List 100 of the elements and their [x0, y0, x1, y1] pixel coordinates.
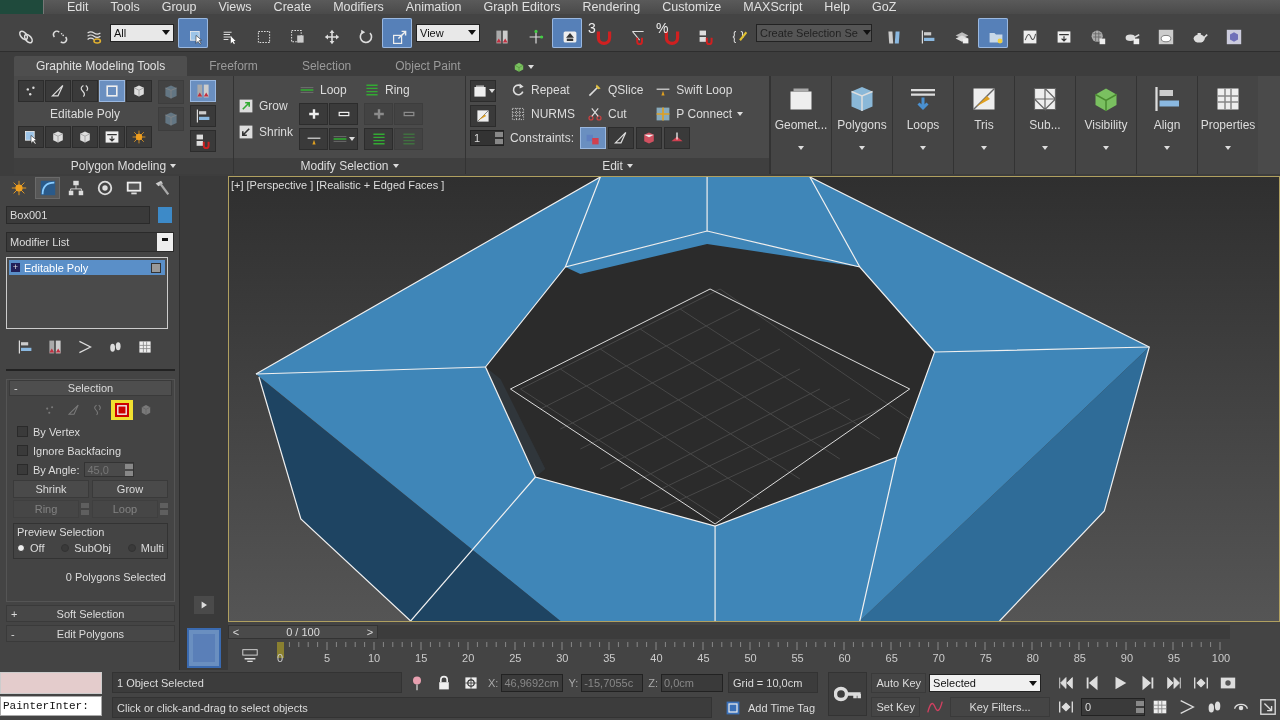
tool-button[interactable]: Cut [587, 104, 644, 124]
tick-label: 95 [1167, 652, 1181, 664]
ribbon-tab[interactable]: Freeform [187, 56, 280, 76]
radio-label: Multi [140, 542, 164, 554]
rollout-header[interactable]: - Edit Polygons [6, 625, 175, 642]
tool-button[interactable]: Repeat [510, 80, 575, 100]
menu-item[interactable]: Modifiers [322, 0, 395, 14]
current-frame-field[interactable]: 0 [1081, 698, 1145, 716]
panel-footer[interactable]: Modify Selection [234, 158, 465, 174]
menu-item[interactable]: Graph Editors [472, 0, 572, 14]
loop-button[interactable]: Loop [299, 80, 358, 100]
key-mode-dropdown[interactable]: Selected [929, 674, 1042, 692]
rollout-header[interactable]: + Soft Selection [6, 605, 175, 622]
grow-button[interactable]: Grow [92, 480, 168, 498]
menu-item[interactable]: Edit [56, 0, 100, 14]
menu-item[interactable]: Create [262, 0, 323, 14]
ribbon-dropdown-button[interactable]: Geomet... [770, 76, 831, 174]
auto-key-button[interactable]: Auto Key [871, 673, 927, 693]
toolbar-button[interactable]: 3 [586, 17, 616, 48]
grow-button[interactable]: Grow [238, 96, 293, 116]
checkbox-label: Ignore Backfacing [33, 444, 122, 457]
track-bar[interactable]: 0 5 10 15 20 25 30 35 40 45 50 55 60 65 70 75 80 85 90 95 100 [268, 642, 1233, 669]
toolbar-button[interactable]: % [654, 17, 684, 48]
modifier-list-dropdown[interactable]: Modifier List [6, 232, 174, 252]
dropdown[interactable]: All [110, 23, 174, 42]
coordinate-label: Y: [568, 676, 579, 689]
ribbon-dropdown-button[interactable]: Sub... [1014, 76, 1075, 174]
expand-toggle[interactable]: + [11, 263, 20, 272]
tool-button[interactable]: Swift Loop [655, 80, 744, 100]
menu-item[interactable]: Customize [651, 0, 733, 14]
ribbon-dropdown-button[interactable]: Loops [892, 76, 953, 174]
tick-label: 65 [885, 652, 898, 664]
ribbon-tab[interactable]: Object Paint [373, 56, 483, 76]
next-frame-arrow[interactable]: > [363, 626, 377, 638]
menu-item[interactable]: Views [207, 0, 263, 14]
tick-label: 75 [979, 652, 992, 664]
tick-label: 20 [462, 652, 475, 664]
tool-button[interactable]: P Connect [655, 104, 744, 124]
object-name-field[interactable]: Box001 [6, 206, 150, 224]
ribbon-tab[interactable]: Selection [279, 56, 374, 76]
menu-item[interactable]: Help [813, 0, 862, 14]
ring-button[interactable]: Ring [364, 80, 423, 100]
coordinate-label: Z: [648, 676, 658, 689]
checkbox-label: By Angle: [33, 463, 80, 476]
ribbon-dropdown-button[interactable]: Properties [1197, 76, 1258, 174]
viewport-menu-label[interactable]: [Perspective ] [246, 179, 314, 191]
viewport-menu-label[interactable]: [Realistic + Edged Faces ] [316, 179, 445, 191]
set-key-mode-button[interactable]: Set Key [871, 697, 920, 717]
tick-label: 100 [1211, 652, 1231, 664]
tick-label: 60 [838, 652, 851, 664]
tick-label: 50 [744, 652, 757, 664]
modifier-name: Editable Poly [24, 261, 90, 274]
ribbon-dropdown-button[interactable]: Align [1136, 76, 1197, 174]
grid-size: Grid = 10,0cm [728, 672, 818, 693]
shrink-button[interactable]: Shrink [238, 122, 293, 142]
tick-label: 35 [603, 652, 616, 664]
menu-item[interactable]: Rendering [571, 0, 652, 14]
modifier-stack-item[interactable]: + Editable Poly [9, 260, 165, 275]
menu-item[interactable]: Group [150, 0, 208, 14]
previous-frame-arrow[interactable]: < [229, 626, 243, 638]
object-type-label: Editable Poly [48, 106, 121, 123]
ribbon-dropdown-button[interactable]: Polygons [831, 76, 892, 174]
tick-label: 70 [932, 652, 945, 664]
menu-item[interactable]: MAXScript [732, 0, 814, 14]
menu-item[interactable]: Animation [394, 0, 473, 14]
add-time-tag-label[interactable]: Add Time Tag [748, 701, 816, 714]
panel-title: Modify Selection [300, 159, 389, 173]
rollout-header[interactable]: - Selection [9, 380, 172, 396]
tick-label: 45 [697, 652, 710, 664]
selection-status: 1 Object Selected [112, 672, 402, 693]
tick-label: 80 [1026, 652, 1039, 664]
frame-counter-button[interactable]: < 0 / 100 > [228, 625, 378, 639]
dropdown-value: View [420, 26, 445, 39]
maxscript-listener-field[interactable]: PainterInter: [0, 696, 102, 716]
tick-label: 5 [324, 652, 331, 664]
constraints-label: Constraints: [510, 131, 575, 145]
tick-label: 30 [556, 652, 569, 664]
tick-label: 0 [276, 652, 284, 664]
tool-button[interactable]: NURMS [510, 104, 575, 124]
selection-count: 0 Polygons Selected [64, 570, 167, 585]
panel-footer[interactable]: Edit [466, 158, 769, 174]
tick-label: 25 [509, 652, 522, 664]
dropdown-value: All [114, 26, 128, 39]
viewport[interactable]: [+] [Perspective ] [Realistic + Edged Faces ] [228, 176, 1280, 622]
ribbon-dropdown-button[interactable]: Visibility [1075, 76, 1136, 174]
viewport-menu-label[interactable]: [+] [231, 179, 244, 191]
timeline-strip[interactable]: < 0 / 100 > [228, 625, 1230, 639]
spinner-field[interactable]: 1 [470, 130, 504, 146]
panel-footer[interactable]: Polygon Modeling [14, 158, 233, 174]
radio-label: SubObj [74, 542, 111, 554]
menu-item[interactable]: GoZ [861, 0, 908, 14]
ribbon-dropdown-button[interactable]: Tris [953, 76, 1014, 174]
shrink-button[interactable]: Shrink [13, 480, 89, 498]
key-filters-button[interactable]: Key Filters... [950, 697, 1050, 717]
menu-item[interactable]: Tools [99, 0, 151, 14]
tool-button[interactable]: QSlice [587, 80, 644, 100]
tick-label: 85 [1073, 652, 1086, 664]
ribbon-tab[interactable]: Graphite Modeling Tools [14, 56, 188, 76]
panel-title: Edit [602, 159, 623, 173]
dropdown[interactable]: View [416, 23, 480, 42]
